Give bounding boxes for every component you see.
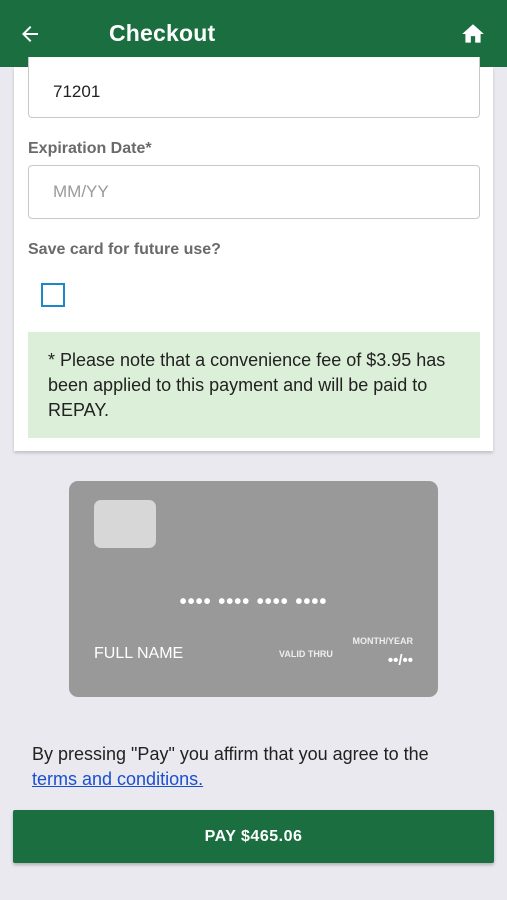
- valid-thru-label: VALID THRU: [279, 649, 333, 659]
- affirm-text: By pressing "Pay" you affirm that you ag…: [32, 744, 429, 764]
- card-chip-icon: [94, 500, 156, 548]
- month-year-label: MONTH/YEAR: [352, 636, 414, 646]
- back-button[interactable]: [14, 18, 46, 50]
- zip-field[interactable]: [28, 57, 480, 118]
- expiration-label: Expiration Date*: [28, 140, 152, 157]
- pay-button[interactable]: PAY $465.06: [13, 810, 494, 863]
- terms-affirmation: By pressing "Pay" you affirm that you ag…: [32, 742, 492, 792]
- home-button[interactable]: [459, 20, 487, 48]
- payment-form: Expiration Date* Save card for future us…: [14, 57, 493, 451]
- card-expiry-mask: ••/••: [387, 652, 413, 669]
- card-holder-name: FULL NAME: [94, 645, 184, 662]
- save-card-label: Save card for future use?: [28, 241, 221, 258]
- expiration-date-field[interactable]: [28, 165, 480, 219]
- page-title: Checkout: [109, 20, 216, 46]
- card-number-mask: •••• •••• •••• ••••: [179, 591, 328, 613]
- arrow-left-icon: [22, 26, 38, 42]
- home-icon: [462, 24, 484, 43]
- card-preview: •••• •••• •••• •••• FULL NAME VALID THRU…: [69, 481, 438, 697]
- save-card-checkbox[interactable]: [41, 283, 65, 307]
- terms-link[interactable]: terms and conditions.: [32, 769, 203, 789]
- convenience-fee-notice: * Please note that a convenience fee of …: [28, 332, 480, 438]
